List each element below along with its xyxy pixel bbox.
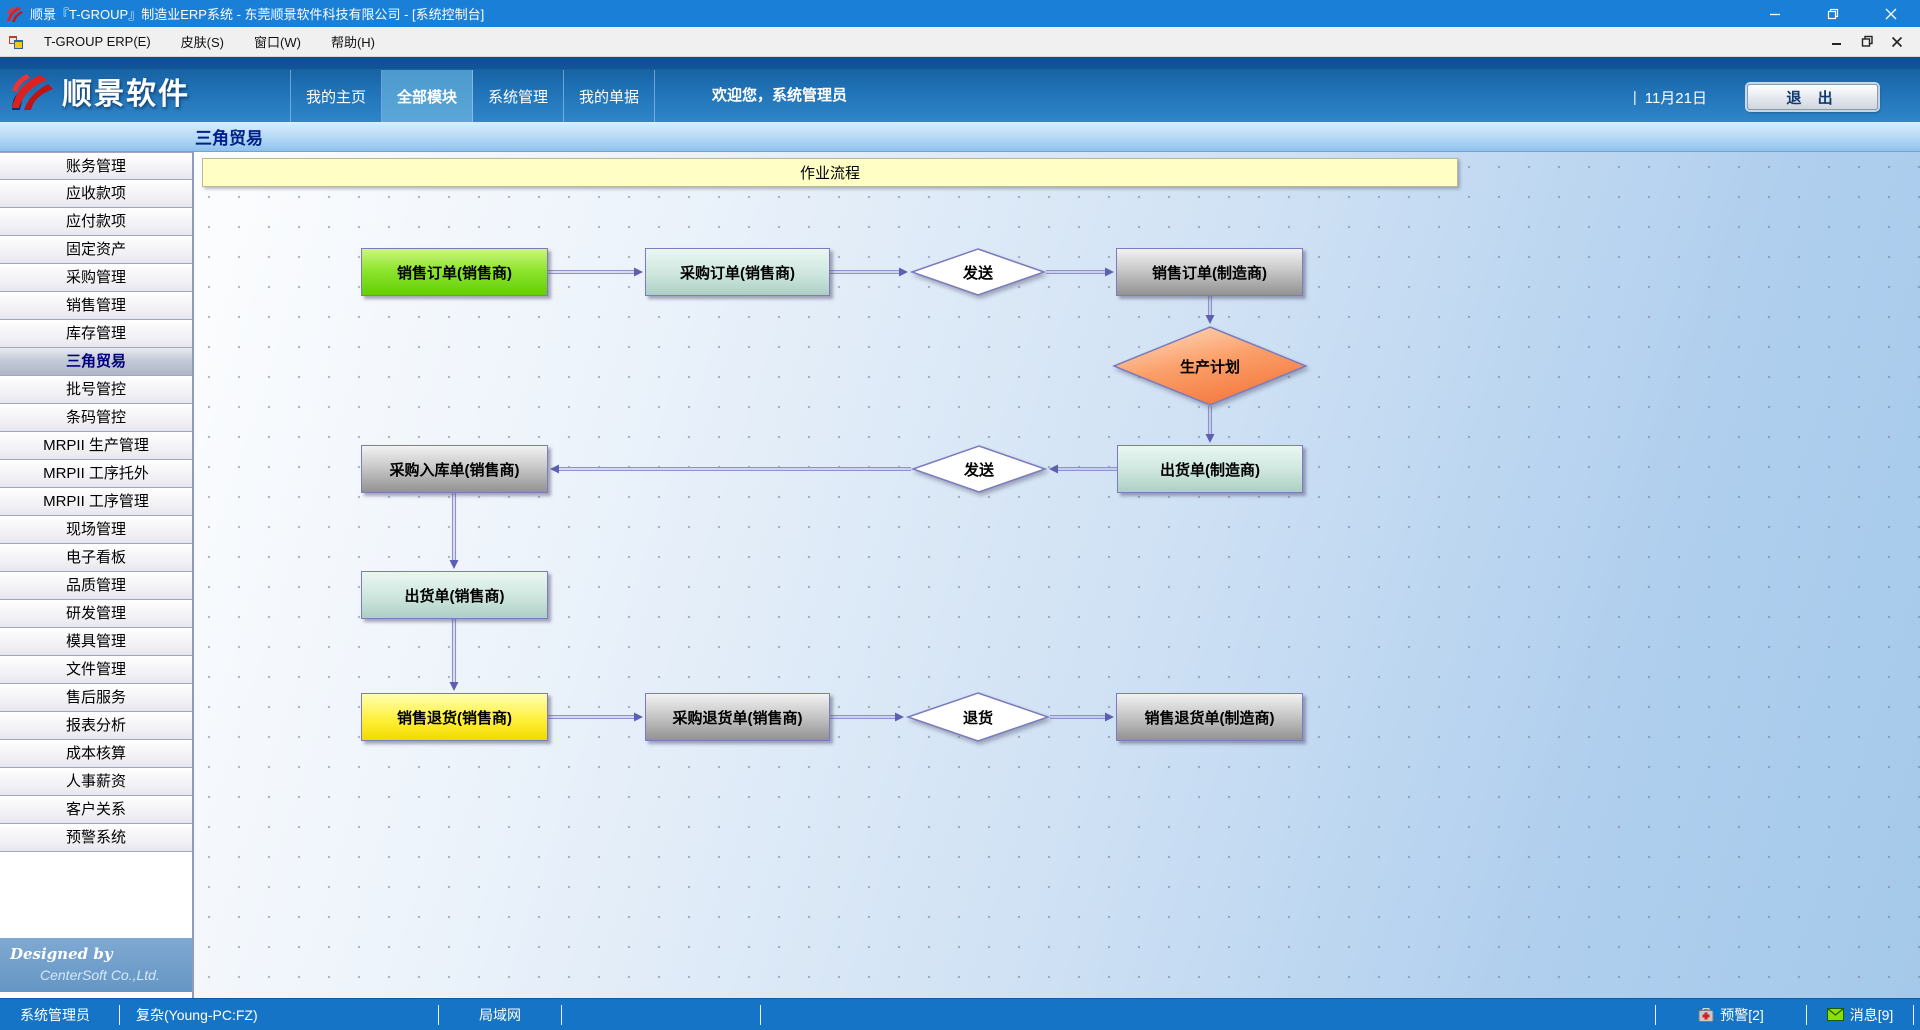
status-edge — [1914, 999, 1920, 1030]
tab-system-management[interactable]: 系统管理 — [473, 70, 564, 122]
subheader: 三角贸易 — [0, 122, 1920, 152]
flow-node-purchase-order-seller[interactable]: 采购订单(销售商) — [645, 248, 830, 296]
tab-all-modules[interactable]: 全部模块 — [382, 70, 473, 122]
status-station-label: 复杂(Young-PC:FZ) — [136, 1005, 258, 1025]
status-alerts[interactable]: 预警[2] — [1656, 999, 1806, 1030]
sidebar-item-23[interactable]: 客户关系 — [0, 796, 192, 824]
sidebar-menu: 账务管理应收款项应付款项固定资产采购管理销售管理库存管理三角贸易批号管控条码管控… — [0, 152, 192, 852]
sidebar-item-9[interactable]: 条码管控 — [0, 404, 192, 432]
app-logo-icon — [6, 5, 24, 23]
statusbar: 系统管理员 复杂(Young-PC:FZ) 局域网 预警[2] 消息 — [0, 998, 1920, 1030]
message-envelope-icon — [1827, 1008, 1844, 1021]
page-title: 三角贸易 — [195, 124, 263, 149]
sidebar-item-3[interactable]: 固定资产 — [0, 236, 192, 264]
titlebar: 顺景『T-GROUP』制造业ERP系统 - 东莞顺景软件科技有限公司 - [系统… — [0, 0, 1920, 27]
minimize-button[interactable] — [1746, 0, 1804, 27]
sidebar-item-1[interactable]: 应收款项 — [0, 180, 192, 208]
header: 顺景软件 我的主页 全部模块 系统管理 我的单据 欢迎您，系统管理员 | 11月… — [0, 57, 1920, 122]
brand-name: 顺景软件 — [62, 69, 190, 113]
menu-help[interactable]: 帮助(H) — [319, 28, 387, 55]
sidebar-item-13[interactable]: 现场管理 — [0, 516, 192, 544]
alert-kit-icon — [1698, 1008, 1714, 1022]
tab-my-homepage[interactable]: 我的主页 — [291, 70, 382, 122]
date-text: 11月21日 — [1645, 87, 1707, 108]
date-divider: | — [1633, 89, 1637, 106]
sidebar: 账务管理应收款项应付款项固定资产采购管理销售管理库存管理三角贸易批号管控条码管控… — [0, 152, 194, 998]
tab-my-documents[interactable]: 我的单据 — [564, 70, 655, 122]
flow-node-shipment-seller[interactable]: 出货单(销售商) — [361, 571, 548, 619]
menu-tgroup-erp[interactable]: T-GROUP ERP(E) — [32, 30, 163, 53]
sidebar-item-0[interactable]: 账务管理 — [0, 152, 192, 180]
mdi-child-icon — [8, 34, 24, 50]
sidebar-item-8[interactable]: 批号管控 — [0, 376, 192, 404]
sidebar-item-19[interactable]: 售后服务 — [0, 684, 192, 712]
mdi-minimize-button[interactable] — [1822, 30, 1852, 54]
status-station: 复杂(Young-PC:FZ) — [120, 999, 438, 1030]
flow-node-purchase-receipt-seller[interactable]: 采购入库单(销售商) — [361, 445, 548, 493]
mdi-restore-button[interactable] — [1852, 30, 1882, 54]
menu-window[interactable]: 窗口(W) — [242, 28, 313, 55]
flow-node-sales-order-seller[interactable]: 销售订单(销售商) — [361, 248, 548, 296]
flow-decision-send-1[interactable]: 发送 — [910, 248, 1046, 296]
brand-logo: 顺景软件 — [10, 69, 190, 113]
sidebar-item-16[interactable]: 研发管理 — [0, 600, 192, 628]
sidebar-item-6[interactable]: 库存管理 — [0, 320, 192, 348]
mdi-close-button[interactable] — [1882, 30, 1912, 54]
flow-decision-send-1-label: 发送 — [963, 262, 993, 283]
window-controls — [1746, 0, 1920, 27]
sidebar-item-4[interactable]: 采购管理 — [0, 264, 192, 292]
flow-decision-return[interactable]: 退货 — [906, 692, 1050, 742]
menu-skin[interactable]: 皮肤(S) — [169, 28, 236, 55]
welcome-text: 欢迎您，系统管理员 — [712, 84, 847, 105]
menubar: T-GROUP ERP(E) 皮肤(S) 窗口(W) 帮助(H) — [0, 27, 1920, 57]
sidebar-item-18[interactable]: 文件管理 — [0, 656, 192, 684]
mdi-window-controls — [1822, 30, 1912, 54]
header-right: | 11月21日 退 出 — [1633, 84, 1878, 110]
sidebar-item-12[interactable]: MRPII 工序管理 — [0, 488, 192, 516]
sidebar-item-24[interactable]: 预警系统 — [0, 824, 192, 852]
flow-decision-production-plan[interactable]: 生产计划 — [1112, 326, 1308, 406]
flow-node-purchase-return-seller[interactable]: 采购退货单(销售商) — [645, 693, 830, 741]
flow-node-sales-order-maker[interactable]: 销售订单(制造商) — [1116, 248, 1303, 296]
sidebar-item-2[interactable]: 应付款项 — [0, 208, 192, 236]
status-messages[interactable]: 消息[9] — [1807, 999, 1913, 1030]
status-empty-segment — [562, 999, 760, 1030]
sidebar-item-22[interactable]: 人事薪资 — [0, 768, 192, 796]
body: 账务管理应收款项应付款项固定资产采购管理销售管理库存管理三角贸易批号管控条码管控… — [0, 152, 1920, 998]
flow-node-shipment-maker[interactable]: 出货单(制造商) — [1117, 445, 1303, 493]
flow-decision-send-2-label: 发送 — [964, 459, 994, 480]
flow-decision-production-plan-label: 生产计划 — [1180, 356, 1240, 377]
sidebar-item-11[interactable]: MRPII 工序托外 — [0, 460, 192, 488]
status-user: 系统管理员 — [0, 999, 119, 1030]
status-network-label: 局域网 — [479, 1005, 521, 1025]
sidebar-item-20[interactable]: 报表分析 — [0, 712, 192, 740]
sidebar-item-5[interactable]: 销售管理 — [0, 292, 192, 320]
status-empty-segment — [761, 999, 1655, 1030]
sidebar-item-15[interactable]: 品质管理 — [0, 572, 192, 600]
flow-decision-send-2[interactable]: 发送 — [911, 445, 1047, 493]
flow-decision-return-label: 退货 — [963, 707, 993, 728]
window-title: 顺景『T-GROUP』制造业ERP系统 - 东莞顺景软件科技有限公司 - [系统… — [30, 4, 484, 23]
restore-button[interactable] — [1804, 0, 1862, 27]
sidebar-item-21[interactable]: 成本核算 — [0, 740, 192, 768]
sidebar-item-10[interactable]: MRPII 生产管理 — [0, 432, 192, 460]
flow-node-sales-return-maker[interactable]: 销售退货单(制造商) — [1116, 693, 1303, 741]
close-button[interactable] — [1862, 0, 1920, 27]
exit-button[interactable]: 退 出 — [1747, 84, 1878, 110]
sidebar-item-14[interactable]: 电子看板 — [0, 544, 192, 572]
sidebar-item-7[interactable]: 三角贸易 — [0, 348, 192, 376]
status-messages-label: 消息[9] — [1850, 1005, 1894, 1025]
header-tabs: 我的主页 全部模块 系统管理 我的单据 — [290, 70, 655, 122]
company-text: CenterSoft Co.,Ltd. — [40, 967, 160, 983]
designed-by-panel: Designed by CenterSoft Co.,Ltd. — [0, 938, 192, 992]
brand-swoosh-icon — [10, 70, 54, 112]
designed-by-text: Designed by — [10, 945, 113, 963]
status-alerts-label: 预警[2] — [1720, 1005, 1764, 1025]
workflow-canvas: 作业流程 销售订单(销售商) 采购订单(销售商) 发送 销售订单(制造商) 生产… — [194, 152, 1920, 998]
status-user-label: 系统管理员 — [20, 1005, 90, 1025]
flow-node-sales-return-seller[interactable]: 销售退货(销售商) — [361, 693, 548, 741]
sidebar-item-17[interactable]: 模具管理 — [0, 628, 192, 656]
status-network: 局域网 — [439, 999, 561, 1030]
